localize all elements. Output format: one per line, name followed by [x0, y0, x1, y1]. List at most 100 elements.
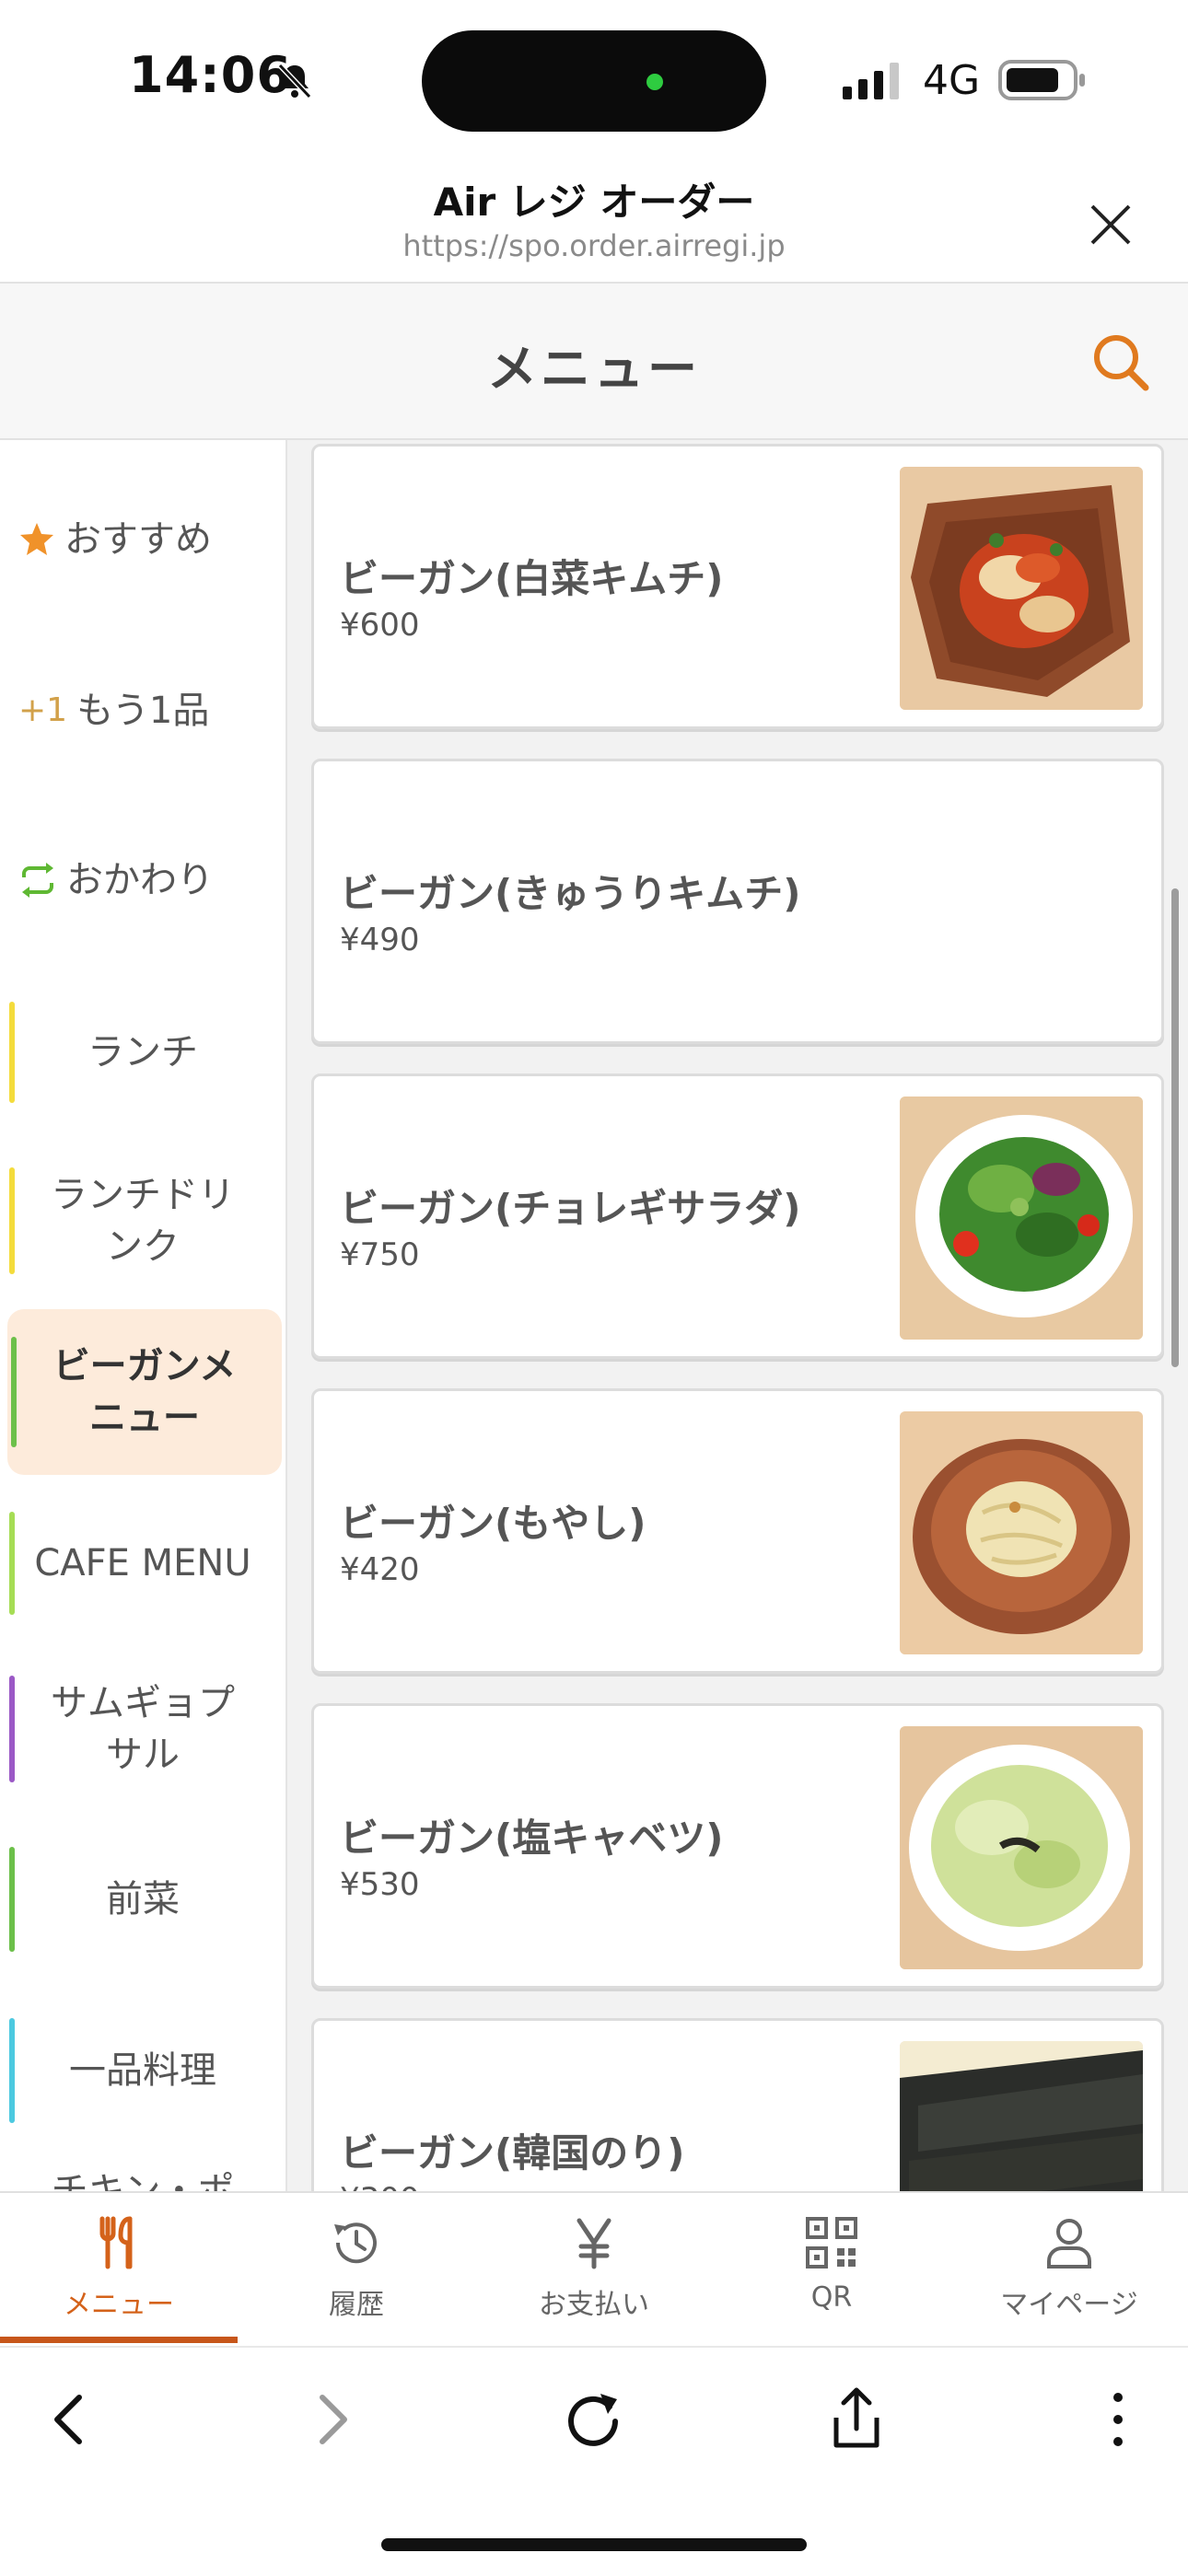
- status-time: 14:06: [129, 46, 292, 104]
- sidebar-item-one-more[interactable]: +1 もう1品: [0, 667, 285, 755]
- sidebar-item-lunch[interactable]: ランチ: [0, 992, 285, 1112]
- menu-item-card[interactable]: ビーガン(きゅうりキムチ) ¥490: [311, 759, 1164, 1044]
- category-color-bar: [9, 1676, 15, 1782]
- signal-icon: [843, 63, 899, 99]
- item-photo: [900, 2041, 1143, 2191]
- item-name: ビーガン(塩キャベツ): [340, 1816, 724, 1861]
- tab-qr[interactable]: QR: [713, 2193, 950, 2346]
- tab-label: マイページ: [1000, 2289, 1138, 2321]
- item-photo: [900, 1097, 1143, 1340]
- site-url: https://spo.order.airregi.jp: [402, 228, 786, 263]
- tab-bar: メニュー 履歴 お支払い QR マイページ: [0, 2191, 1188, 2346]
- sidebar-item-label: サムギョプサル: [51, 1682, 235, 1776]
- status-bar: 14:06 4G: [0, 0, 1188, 161]
- page-title: メニュー: [487, 340, 701, 398]
- sidebar-item-lunch-drink[interactable]: ランチドリンク: [0, 1156, 285, 1285]
- sidebar-item-label: ビーガンメニュー: [52, 1345, 237, 1439]
- active-tab-indicator: [0, 2337, 238, 2343]
- category-color-bar: [9, 1847, 15, 1952]
- category-color-bar: [9, 1167, 15, 1274]
- tab-mypage[interactable]: マイページ: [950, 2193, 1188, 2346]
- item-price: ¥750: [340, 1236, 420, 1273]
- category-sidebar[interactable]: おすすめ +1 もう1品 おかわり ランチ ランチドリンク ビーガンメニュー C…: [0, 440, 287, 2191]
- sidebar-item-label: 一品料理: [69, 2049, 216, 2092]
- sidebar-item-label: CAFE MENU: [34, 1542, 251, 1584]
- item-price: ¥600: [340, 607, 420, 644]
- menu-item-card[interactable]: ビーガン(塩キャベツ) ¥530: [311, 1703, 1164, 1989]
- item-name: ビーガン(きゅうりキムチ): [340, 871, 801, 916]
- moyashi-photo: [900, 1411, 1143, 1654]
- sidebar-item-label: ランチドリンク: [51, 1174, 235, 1268]
- dynamic-island: [422, 30, 766, 132]
- app-header: メニュー: [0, 282, 1188, 440]
- star-icon: [20, 523, 53, 555]
- item-price: ¥420: [340, 1551, 420, 1588]
- network-type: 4G: [923, 57, 981, 104]
- sidebar-item-samgyeopsal[interactable]: サムギョプサル: [0, 1665, 285, 1793]
- category-color-bar: [9, 1512, 15, 1615]
- category-color-bar: [9, 2018, 15, 2123]
- person-icon: [1047, 2219, 1091, 2269]
- close-icon[interactable]: [1083, 197, 1138, 252]
- refill-icon: [22, 863, 53, 898]
- category-color-bar: [11, 1337, 17, 1447]
- category-color-bar: [9, 1002, 15, 1103]
- item-photo: [900, 467, 1143, 710]
- menu-item-card[interactable]: ビーガン(チョレギサラダ) ¥750: [311, 1073, 1164, 1359]
- item-photo: [900, 1411, 1143, 1654]
- sidebar-item-label: 前菜: [106, 1878, 180, 1920]
- home-indicator: [381, 2538, 807, 2551]
- plus-one-icon: +1: [18, 691, 68, 729]
- sidebar-item-label: おすすめ: [64, 518, 212, 561]
- sidebar-item-recommended[interactable]: おすすめ: [0, 495, 285, 584]
- salad-photo: [900, 1097, 1143, 1340]
- back-icon[interactable]: [33, 2383, 107, 2456]
- reload-icon[interactable]: [556, 2383, 630, 2456]
- bell-slash-icon: [277, 63, 312, 99]
- sidebar-item-a-la-carte[interactable]: 一品料理: [0, 2011, 285, 2130]
- cabbage-photo: [900, 1726, 1143, 1969]
- sidebar-item-chicken[interactable]: チキン・ポ: [0, 2164, 285, 2191]
- site-title: Air レジ オーダー: [433, 180, 755, 225]
- kimchi-photo: [900, 467, 1143, 710]
- sidebar-item-vegan-menu[interactable]: ビーガンメニュー: [7, 1309, 282, 1475]
- item-price: ¥530: [340, 1866, 420, 1903]
- item-name: ビーガン(もやし): [340, 1501, 646, 1546]
- item-name: ビーガン(白菜キムチ): [340, 556, 724, 601]
- sidebar-item-label: もう1品: [76, 690, 210, 732]
- item-price: ¥490: [340, 922, 420, 958]
- tab-label: 履歴: [329, 2289, 384, 2321]
- menu-item-card[interactable]: ビーガン(もやし) ¥420: [311, 1388, 1164, 1674]
- menu-item-card[interactable]: ビーガン(韓国のり) ¥300: [311, 2018, 1164, 2191]
- item-price: ¥300: [340, 2181, 420, 2191]
- sidebar-item-appetizer[interactable]: 前菜: [0, 1839, 285, 1959]
- qr-icon: [806, 2217, 857, 2269]
- item-name: ビーガン(韓国のり): [340, 2130, 685, 2176]
- tab-history[interactable]: 履歴: [238, 2193, 475, 2346]
- menu-item-card[interactable]: ビーガン(白菜キムチ) ¥600: [311, 444, 1164, 729]
- tab-label: お支払い: [539, 2289, 649, 2321]
- item-photo: [900, 1726, 1143, 1969]
- sidebar-item-refill[interactable]: おかわり: [0, 836, 285, 924]
- tab-label: QR: [810, 2281, 853, 2314]
- sidebar-item-label: おかわり: [66, 859, 214, 901]
- tab-menu[interactable]: メニュー: [0, 2193, 238, 2346]
- menu-list[interactable]: ビーガン(白菜キムチ) ¥600 ビーガン(きゅうりキムチ) ¥490 ビーガン…: [287, 440, 1188, 2191]
- tab-label: メニュー: [64, 2289, 174, 2321]
- sidebar-item-cafe-menu[interactable]: CAFE MENU: [0, 1508, 285, 1619]
- sidebar-item-label: チキン・ポ: [51, 2170, 235, 2191]
- battery-icon: [998, 60, 1085, 100]
- share-icon[interactable]: [820, 2383, 893, 2456]
- history-icon: [334, 2222, 377, 2264]
- sidebar-item-label: ランチ: [87, 1031, 198, 1073]
- search-icon[interactable]: [1089, 331, 1153, 396]
- forward-icon[interactable]: [295, 2383, 368, 2456]
- yen-icon: [577, 2218, 611, 2269]
- camera-indicator: [646, 74, 663, 90]
- scrollbar[interactable]: [1171, 888, 1179, 1367]
- nori-photo: [900, 2041, 1143, 2191]
- item-name: ビーガン(チョレギサラダ): [340, 1186, 801, 1231]
- more-icon[interactable]: [1081, 2383, 1155, 2456]
- utensils-icon: [99, 2216, 133, 2269]
- tab-payment[interactable]: お支払い: [475, 2193, 713, 2346]
